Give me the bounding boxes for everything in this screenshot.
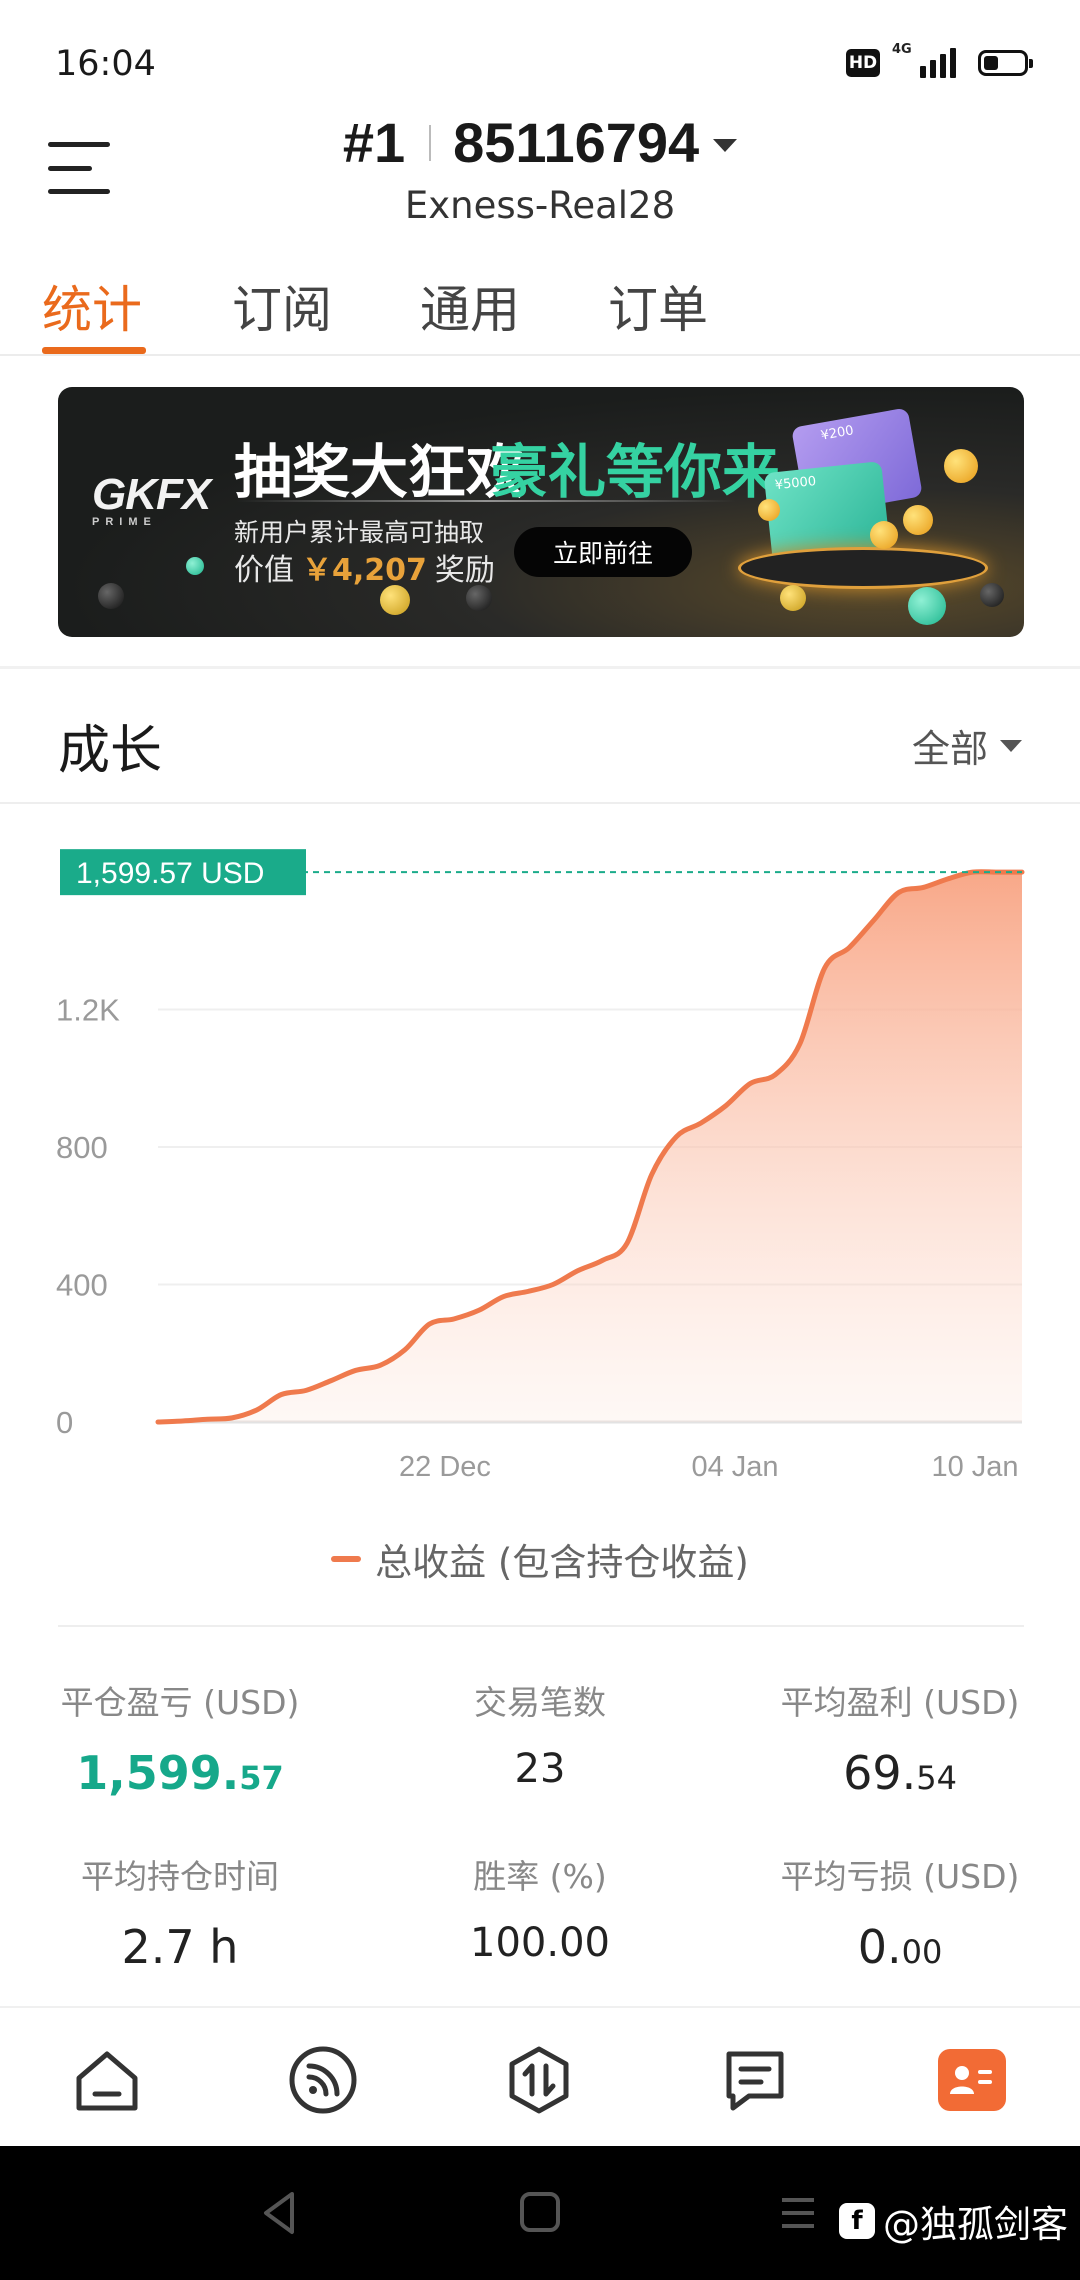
back-icon[interactable]: [258, 2190, 302, 2236]
banner-value-amount: ￥4,207: [302, 553, 427, 588]
stat-value: 2.7 h: [121, 1920, 239, 1974]
current-value-badge: 1,599.57 USD: [60, 849, 306, 896]
ball-decoration: [186, 557, 204, 575]
y-tick-label: 800: [56, 1130, 108, 1165]
ball-decoration: [98, 583, 124, 609]
y-tick-label: 400: [56, 1268, 108, 1303]
stat-avg-profit: 平均盈利 (USD) 69.54: [720, 1676, 1080, 1800]
tab-subscription[interactable]: 订阅: [232, 270, 332, 342]
banner-rule: [236, 500, 736, 502]
section-divider: [0, 666, 1080, 669]
stat-value: 1,599.57: [76, 1746, 284, 1800]
stat-label: 胜率 (%): [473, 1857, 607, 1896]
x-tick-label: 04 Jan: [691, 1451, 778, 1483]
recents-icon[interactable]: [778, 2196, 818, 2230]
chart-legend[interactable]: 总收益 (包含持仓收益): [0, 1532, 1080, 1586]
period-filter-dropdown[interactable]: 全部: [912, 718, 1022, 773]
account-prefix: #1: [342, 111, 406, 174]
ball-decoration: [466, 585, 492, 611]
stat-value: 69.54: [843, 1746, 957, 1800]
profile-card-icon: [950, 2066, 992, 2094]
stat-win-rate: 胜率 (%) 100.00: [360, 1850, 720, 1966]
banner-value-suffix: 奖励: [434, 553, 495, 588]
stat-label: 平均持仓时间: [81, 1857, 279, 1896]
tab-statistics[interactable]: 统计: [42, 270, 142, 342]
stat-avg-hold-time: 平均持仓时间 2.7 h: [0, 1850, 360, 1974]
tab-general[interactable]: 通用: [420, 270, 520, 342]
stat-label: 平均盈利 (USD): [780, 1683, 1020, 1722]
stat-value: 0.00: [857, 1920, 943, 1974]
ball-decoration: [980, 583, 1004, 607]
stage-decoration: [738, 547, 988, 589]
current-value-label: 1,599.57 USD: [76, 857, 264, 890]
message-icon: [726, 2051, 784, 2111]
nav-feed[interactable]: [287, 2044, 359, 2116]
nav-trade[interactable]: [503, 2044, 575, 2116]
y-tick-label: 1.2K: [56, 993, 120, 1028]
stat-label: 平均亏损 (USD): [780, 1857, 1020, 1896]
banner-cta-button[interactable]: 立即前往: [514, 527, 692, 577]
legend-label: 总收益 (包含持仓收益): [375, 1541, 749, 1584]
watermark-logo: f: [839, 2203, 875, 2239]
ball-decoration: [780, 585, 806, 611]
battery-icon: [978, 50, 1033, 76]
ball-decoration: [380, 585, 410, 615]
coin-decoration: [944, 449, 978, 483]
home-icon: [76, 2051, 138, 2111]
caret-down-icon: [1000, 739, 1022, 752]
ball-decoration: [908, 587, 946, 625]
account-number: 85116794: [453, 111, 700, 174]
period-filter-label: 全部: [911, 727, 988, 771]
stat-closed-pnl: 平仓盈亏 (USD) 1,599.57: [0, 1676, 360, 1800]
server-name: Exness-Real28: [404, 184, 676, 227]
trade-icon: [509, 2046, 569, 2114]
status-icons: HD 4G: [846, 42, 1033, 78]
stat-label: 平仓盈亏 (USD): [60, 1683, 300, 1722]
stat-label: 交易笔数: [474, 1683, 606, 1722]
banner-headline-secondary: 豪礼等你来: [490, 438, 781, 506]
growth-divider: [0, 802, 1080, 804]
tab-bar: 统计 订阅 通用 订单: [0, 260, 1080, 356]
banner-value-prefix: 价值: [234, 553, 294, 588]
network-label: 4G: [892, 42, 912, 57]
rss-icon: [289, 2046, 357, 2114]
promo-banner[interactable]: GKFX PRIME 抽奖大狂欢 豪礼等你来 新用户累计最高可抽取 价值 ￥4,2…: [58, 387, 1024, 637]
growth-chart[interactable]: 1,599.57 USD 0 400 800 1.2K 22 Dec 04 Jan 10 J…: [0, 820, 1080, 1500]
nav-profile[interactable]: [938, 2049, 1006, 2111]
watermark: f @独孤剑客: [839, 2194, 1068, 2248]
x-tick-label: 22 Dec: [399, 1451, 491, 1483]
stats-divider: [58, 1625, 1024, 1627]
tab-orders[interactable]: 订单: [608, 270, 708, 342]
x-tick-label: 10 Jan: [931, 1451, 1018, 1483]
status-time: 16:04: [55, 44, 156, 84]
status-bar: 16:04 HD 4G: [0, 0, 1080, 100]
banner-subtitle: 新用户累计最高可抽取: [234, 518, 485, 547]
coin-decoration: [870, 521, 898, 549]
account-selector[interactable]: #1 85116794: [0, 110, 1080, 175]
y-tick-label: 0: [56, 1405, 73, 1440]
active-tab-indicator: [42, 347, 146, 354]
banner-value-row: 价值 ￥4,207 奖励: [234, 545, 495, 589]
banner-headline-primary: 抽奖大狂欢: [234, 438, 525, 506]
stat-value: 23: [514, 1746, 566, 1792]
home-system-icon[interactable]: [518, 2190, 562, 2234]
hd-icon: HD: [846, 49, 880, 77]
title-separator: [429, 124, 432, 161]
system-nav-bar: f @独孤剑客: [0, 2146, 1080, 2280]
nav-messages[interactable]: [719, 2044, 791, 2116]
nav-home[interactable]: [71, 2044, 143, 2116]
legend-swatch: [331, 1556, 362, 1562]
watermark-text: @独孤剑客: [883, 2203, 1068, 2246]
growth-title: 成长: [58, 721, 163, 781]
coin-decoration: [903, 505, 933, 535]
coin-decoration: [758, 499, 780, 521]
stat-trade-count: 交易笔数 23: [360, 1676, 720, 1792]
brand-logo: GKFX PRIME: [92, 470, 211, 528]
caret-down-icon: [713, 139, 738, 152]
stat-value: 100.00: [470, 1920, 610, 1966]
stat-avg-loss: 平均亏损 (USD) 0.00: [720, 1850, 1080, 1974]
bottom-nav: [0, 2006, 1080, 2146]
signal-icon: 4G: [892, 42, 956, 78]
